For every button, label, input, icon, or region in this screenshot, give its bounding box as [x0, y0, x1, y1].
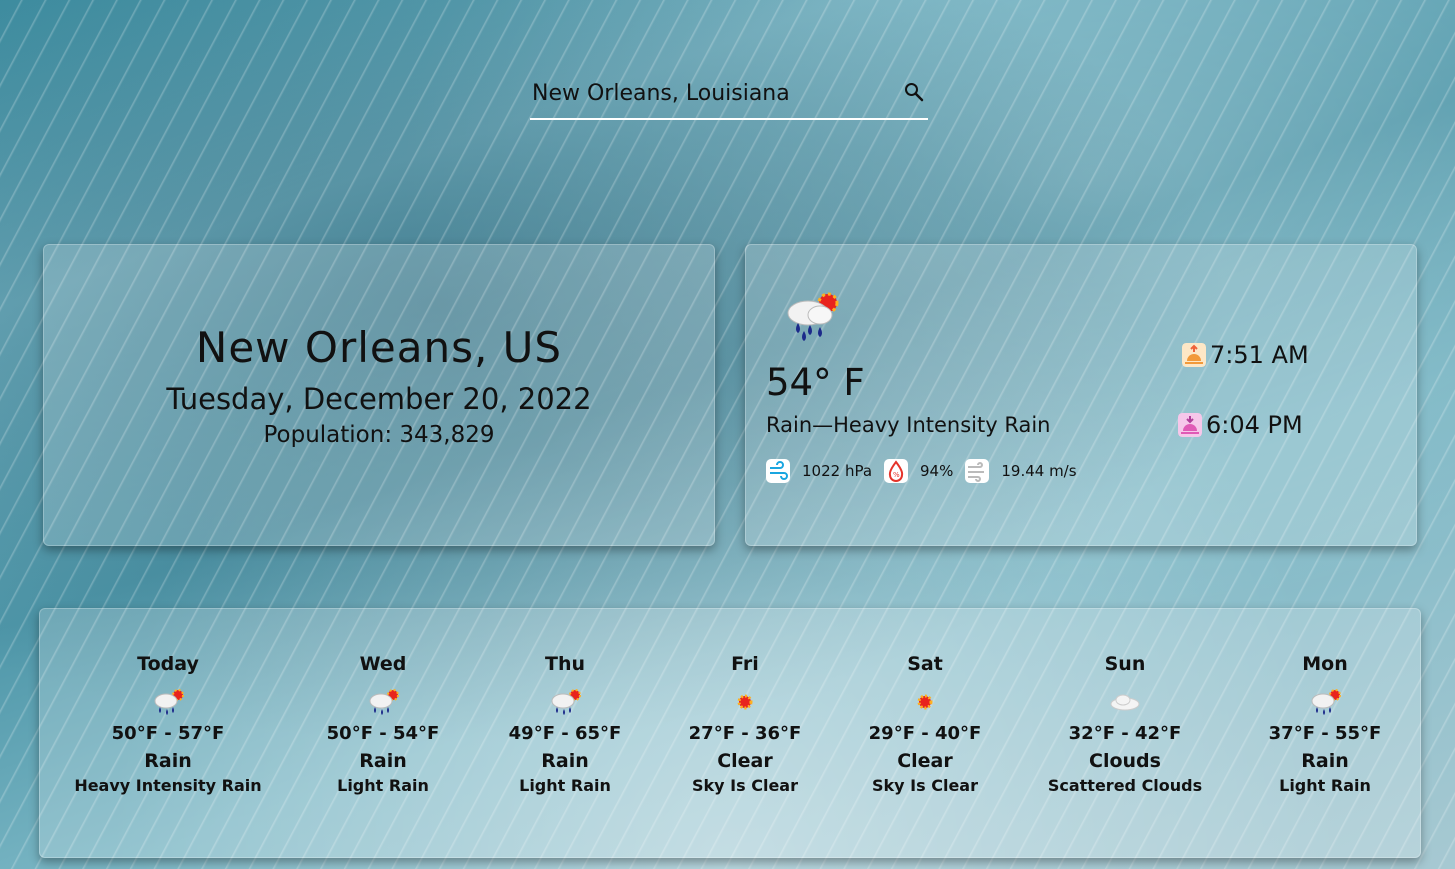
city-name: New Orleans, US [195, 323, 563, 372]
svg-text:%: % [893, 471, 900, 479]
humidity-icon: % [884, 459, 909, 483]
forecast-detail: Scattered Clouds [1047, 776, 1203, 795]
sun-icon [737, 694, 753, 710]
forecast-detail: Light Rain [1279, 776, 1371, 795]
forecast-range: 50°F - 57°F [111, 723, 225, 744]
rain-sun-icon [369, 689, 399, 715]
sun-icon [917, 694, 933, 710]
forecast-main: Clouds [1089, 750, 1161, 772]
forecast-range: 29°F - 40°F [868, 723, 982, 744]
current-description: Rain—Heavy Intensity Rain [766, 413, 1051, 437]
rain-sun-icon [154, 689, 184, 715]
forecast-day: Sat 29°F - 40°F Clear Sky Is Clear [815, 653, 1035, 795]
forecast-day-name: Sat [907, 653, 943, 675]
forecast-day: Mon 37°F - 55°F Rain Light Rain [1215, 653, 1435, 795]
pressure-value: 1022 hPa [802, 462, 873, 480]
population: Population: 343,829 [263, 422, 495, 448]
forecast-detail: Heavy Intensity Rain [74, 776, 262, 795]
sunrise: 7:51 AM [1182, 341, 1309, 369]
forecast-main: Rain [144, 750, 192, 772]
forecast-range: 32°F - 42°F [1068, 723, 1182, 744]
sunrise-time: 7:51 AM [1210, 341, 1309, 369]
search-input[interactable] [530, 76, 894, 110]
forecast-main: Clear [897, 750, 953, 772]
forecast-day: Sun 32°F - 42°F Clouds Scattered Clouds [1015, 653, 1235, 795]
wind-icon [965, 459, 990, 483]
forecast-panel: Today 50°F - 57°F Rain Heavy Intensity R… [39, 608, 1421, 858]
forecast-day-name: Sun [1104, 653, 1146, 675]
search-bar[interactable] [530, 70, 928, 120]
wind-value: 19.44 m/s [1001, 462, 1077, 480]
sunset-time: 6:04 PM [1206, 411, 1303, 439]
weather-stats: 1022 hPa % 94% 19.44 m/s [766, 459, 1089, 483]
humidity-value: 94% [920, 462, 954, 480]
cloud-icon [1110, 694, 1140, 711]
forecast-detail: Sky Is Clear [872, 776, 978, 795]
pressure-icon [766, 459, 790, 483]
forecast-day-name: Mon [1302, 653, 1348, 675]
sunrise-icon [1182, 343, 1206, 367]
search-icon[interactable] [902, 80, 926, 104]
forecast-day: Today 50°F - 57°F Rain Heavy Intensity R… [58, 653, 278, 795]
rain-sun-icon [787, 292, 839, 341]
forecast-main: Rain [1301, 750, 1349, 772]
location-card: New Orleans, US Tuesday, December 20, 20… [43, 244, 715, 546]
current-weather-card: 54° F Rain—Heavy Intensity Rain 1022 hPa… [745, 244, 1417, 546]
sunset: 6:04 PM [1178, 411, 1303, 439]
sunset-icon [1178, 413, 1202, 437]
rain-sun-icon [1311, 689, 1341, 715]
current-temperature: 54° F [766, 361, 865, 404]
rain-sun-icon [551, 689, 581, 715]
forecast-day-name: Today [137, 653, 199, 675]
current-date: Tuesday, December 20, 2022 [166, 382, 592, 416]
forecast-range: 37°F - 55°F [1268, 723, 1382, 744]
